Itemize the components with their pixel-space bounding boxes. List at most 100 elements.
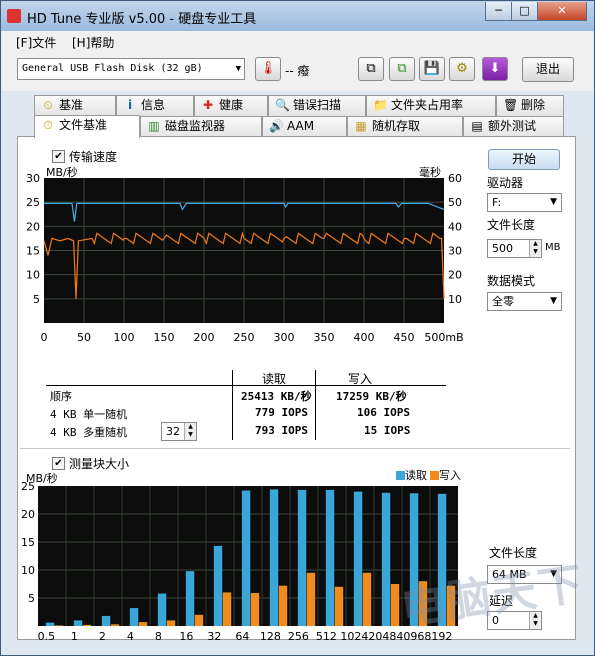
x-tick: 8 — [155, 630, 162, 643]
folder-icon: 📁 — [373, 98, 388, 112]
spin-arrows-icon[interactable]: ▲ ▼ — [184, 423, 196, 440]
file-length-value: 500 — [492, 242, 513, 255]
row-label-4k-single: 4 KB 单一随机 — [50, 408, 128, 421]
maximize-button[interactable]: □ — [511, 2, 538, 21]
x-tick: 64 — [235, 630, 249, 643]
x-tick: 256 — [288, 630, 309, 643]
y-tick-right: 10 — [448, 293, 462, 306]
minimize-button[interactable]: ─ — [485, 2, 512, 21]
tab-error-scan[interactable]: 🔍 错误扫描 — [268, 95, 366, 116]
y-tick: 10 — [21, 564, 35, 577]
tab-file-benchmark[interactable]: ⏱ 文件基准 — [34, 115, 140, 138]
tab-aam[interactable]: 🔊 AAM — [262, 116, 347, 137]
x-tick: 250 — [234, 331, 255, 344]
bar-write — [250, 592, 260, 626]
toolbar: General USB Flash Disk (32 gB) ▼ 🌡 -- 癈 ⧉… — [2, 51, 593, 91]
tab-disk-monitor[interactable]: ▥ 磁盘监视器 — [140, 116, 262, 137]
drive-select[interactable]: General USB Flash Disk (32 gB) ▼ — [17, 58, 245, 80]
bar-write — [334, 586, 344, 626]
tab-label: 基准 — [59, 98, 84, 112]
x-tick: 500mB — [424, 331, 463, 344]
data-pattern-combo[interactable]: 全零 ▼ — [487, 292, 562, 311]
tab-random-access[interactable]: ▦ 随机存取 — [347, 116, 463, 137]
x-tick: 200 — [194, 331, 215, 344]
x-tick: 1024 — [340, 630, 368, 643]
drive-combo[interactable]: F: ▼ — [487, 193, 562, 212]
x-tick: 2 — [99, 630, 106, 643]
tab-label: 随机存取 — [372, 119, 421, 133]
bar-write — [54, 625, 64, 626]
sequential-write: 17259 KB/秒 — [336, 390, 407, 403]
queue-depth-spinner[interactable]: 32 ▲ ▼ — [161, 422, 197, 441]
magnifier-icon: 🔍 — [275, 98, 290, 112]
tab-delete[interactable]: 🗑 删除 — [496, 95, 564, 116]
copy-icon: ⧉ — [366, 61, 376, 76]
4k-single-write: 106 IOPS — [357, 406, 410, 419]
download-button[interactable]: ⬇ — [482, 57, 508, 81]
bar-write — [306, 572, 316, 626]
bar-read — [241, 490, 251, 626]
start-button[interactable]: 开始 — [488, 149, 560, 170]
x-tick: 128 — [260, 630, 281, 643]
x-tick: 32 — [207, 630, 221, 643]
x-tick: 0.5 — [38, 630, 56, 643]
drive-select-value: General USB Flash Disk (32 gB) — [22, 63, 203, 74]
trash-icon: 🗑 — [503, 98, 519, 112]
row-label-sequential: 顺序 — [50, 390, 72, 403]
tab-label: 信息 — [141, 98, 166, 112]
bar-read — [45, 622, 55, 626]
4k-multi-read: 793 IOPS — [255, 424, 308, 437]
block-size-label: 测量块大小 — [69, 457, 130, 471]
tab-label: 磁盘监视器 — [165, 119, 226, 133]
bar-write — [278, 585, 288, 626]
data-pattern-label: 数据模式 — [487, 274, 536, 288]
block-size-checkbox[interactable]: ✔ — [52, 457, 65, 470]
exit-button[interactable]: 退出 — [522, 57, 574, 82]
copy-all-button[interactable]: ⧉ — [389, 57, 415, 81]
chevron-down-icon: ▼ — [550, 296, 557, 306]
x-tick: 4 — [127, 630, 134, 643]
extra-test-icon: ▤ — [471, 119, 483, 133]
y-tick-right: 20 — [448, 269, 462, 282]
bar-read — [73, 620, 83, 626]
bar-write — [194, 614, 204, 626]
menu-file[interactable]: [F]文件 — [16, 34, 56, 51]
speaker-icon: 🔊 — [269, 119, 284, 133]
copy-button[interactable]: ⧉ — [358, 57, 384, 81]
menu-help[interactable]: [H]帮助 — [72, 34, 114, 51]
close-button[interactable]: ✕ — [537, 2, 587, 21]
file-benchmark-icon: ⏱ — [43, 118, 53, 132]
results-col-divider-1 — [232, 370, 233, 440]
thermometer-icon: 🌡 — [255, 57, 281, 81]
health-cross-icon: ✚ — [202, 98, 214, 112]
bar-read — [157, 593, 167, 626]
save-button[interactable]: 💾 — [419, 57, 445, 81]
x-tick: 50 — [77, 331, 91, 344]
chevron-down-icon: ▼ — [235, 64, 241, 74]
tab-health[interactable]: ✚ 健康 — [194, 95, 268, 116]
save-icon: 💾 — [423, 61, 441, 76]
y-tick-left: 20 — [26, 220, 40, 233]
spin-arrows-icon[interactable]: ▲ ▼ — [529, 240, 541, 257]
x-tick: 400 — [354, 331, 375, 344]
app-icon — [7, 9, 21, 23]
results-divider — [46, 385, 446, 386]
bar-read — [213, 545, 223, 626]
bar-write — [82, 624, 92, 626]
file-length-unit: MB — [545, 242, 561, 253]
options-button[interactable]: ⚙ — [449, 57, 475, 81]
transfer-speed-checkbox[interactable]: ✔ — [52, 150, 65, 163]
drive-combo-value: F: — [492, 196, 502, 209]
chevron-down-icon: ▼ — [550, 197, 557, 207]
y-tick: 15 — [21, 536, 35, 549]
tab-label: AAM — [287, 119, 315, 133]
bar-write — [138, 622, 148, 626]
tab-extra-tests[interactable]: ▤ 额外测试 — [463, 116, 564, 137]
tab-label: 错误扫描 — [293, 98, 342, 112]
file-length-spinner[interactable]: 500 ▲ ▼ — [487, 239, 542, 258]
tab-folder-usage[interactable]: 📁 文件夹占用率 — [366, 95, 496, 116]
tab-info[interactable]: i 信息 — [116, 95, 194, 116]
tab-benchmark[interactable]: ⏲ 基准 — [34, 95, 116, 116]
block-size-chart: 2520151050.5 1 2 4 8 16 32 64 128 256 512 1024 2048 4… — [21, 480, 458, 643]
tab-label: 文件夹占用率 — [391, 98, 464, 112]
